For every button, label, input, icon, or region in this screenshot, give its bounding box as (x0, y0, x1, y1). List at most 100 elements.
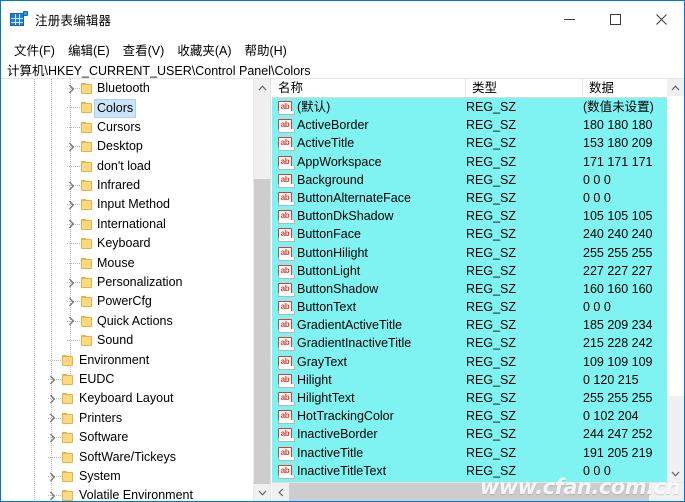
table-row[interactable]: ab ActiveBorder REG_SZ 180 180 180 (272, 116, 667, 135)
menu-item-3[interactable]: 查看(V) (117, 38, 172, 61)
tree-item-environment[interactable]: Environment (1, 351, 253, 370)
tree-item-infrared[interactable]: Infrared (1, 176, 253, 195)
tree-item-bluetooth[interactable]: Bluetooth (1, 79, 253, 98)
chevron-right-icon[interactable] (47, 413, 58, 424)
table-row[interactable]: ab GradientInactiveTitle REG_SZ 215 228 242 (272, 334, 667, 353)
chevron-right-icon[interactable] (66, 296, 77, 307)
table-row[interactable]: ab (默认) REG_SZ (数值未设置) (272, 98, 667, 117)
tree-item-personalization[interactable]: Personalization (1, 273, 253, 292)
table-row[interactable]: ab ButtonText REG_SZ 0 0 0 (272, 298, 667, 317)
tree-item-colors[interactable]: Colors (1, 98, 253, 118)
tree-item-system[interactable]: System (1, 467, 253, 486)
minimize-button[interactable] (546, 1, 592, 37)
table-row[interactable]: ab ActiveTitle REG_SZ 153 180 209 (272, 134, 667, 153)
tree-item-cursors[interactable]: Cursors (1, 118, 253, 137)
column-header-2[interactable]: 类型 (466, 79, 583, 97)
chevron-right-icon[interactable] (47, 490, 58, 501)
chevron-right-icon[interactable] (66, 277, 77, 288)
value-type: REG_SZ (466, 263, 517, 278)
value-data: 0 120 215 (583, 372, 639, 387)
table-row[interactable]: ab InactiveTitleText REG_SZ 0 0 0 (272, 461, 667, 480)
folder-icon (81, 238, 93, 250)
menu-bar: 文件(F) 编辑(E) 查看(V) 收藏夹(A) 帮助(H) (1, 38, 684, 60)
tree-scroll-up-button[interactable] (254, 79, 270, 96)
table-row[interactable]: ab ButtonLight REG_SZ 227 227 227 (272, 261, 667, 280)
list-hscrollbar-thumb[interactable] (289, 483, 649, 501)
tree-item-desktop[interactable]: Desktop (1, 137, 253, 156)
address-bar[interactable]: 计算机\HKEY_CURRENT_USER\Control Panel\Colo… (1, 60, 684, 79)
chevron-right-icon[interactable] (66, 141, 77, 152)
list-scrollbar-thumb[interactable] (667, 96, 684, 396)
tree-item-powercfg[interactable]: PowerCfg (1, 292, 253, 311)
chevron-right-icon[interactable] (66, 316, 77, 327)
list-vertical-scrollbar[interactable] (667, 79, 684, 482)
chevron-right-icon[interactable] (47, 374, 58, 385)
list-scroll-left-button[interactable] (272, 483, 289, 501)
table-row[interactable]: ab HilightText REG_SZ 255 255 255 (272, 389, 667, 408)
table-row[interactable]: ab GrayText REG_SZ 109 109 109 (272, 352, 667, 371)
table-row[interactable]: ab ButtonAlternateFace REG_SZ 0 0 0 (272, 188, 667, 208)
string-value-icon: ab (278, 319, 295, 334)
table-row[interactable]: ab Background REG_SZ 0 0 0 (272, 170, 667, 189)
tree-item-sound[interactable]: Sound (1, 331, 253, 350)
tree-item-label: Desktop (97, 139, 143, 154)
table-row[interactable]: ab InactiveBorder REG_SZ 244 247 252 (272, 425, 667, 444)
table-row[interactable]: ab HotTrackingColor REG_SZ 0 102 204 (272, 407, 667, 426)
chevron-right-icon[interactable] (66, 83, 77, 94)
tree-item-don-t-load[interactable]: don't load (1, 157, 253, 176)
value-type: REG_SZ (466, 336, 517, 351)
tree-vertical-scrollbar[interactable] (253, 79, 270, 501)
menu-item-4[interactable]: 收藏夹(A) (171, 38, 238, 61)
value-name: ButtonDkShadow (297, 209, 394, 224)
tree-item-printers[interactable]: Printers (1, 409, 253, 428)
value-type: REG_SZ (466, 227, 517, 242)
close-button[interactable] (638, 1, 684, 37)
value-name: ButtonAlternateFace (297, 190, 411, 205)
tree-item-mouse[interactable]: Mouse (1, 254, 253, 273)
chevron-right-icon[interactable] (47, 393, 58, 404)
tree-item-volatile-environment[interactable]: Volatile Environment (1, 486, 253, 501)
chevron-right-icon[interactable] (47, 471, 58, 482)
value-type: REG_SZ (466, 209, 517, 224)
column-header-1[interactable]: 名称 (272, 79, 466, 97)
value-type: REG_SZ (466, 409, 517, 424)
menu-item-1[interactable]: 文件(F) (8, 38, 62, 61)
value-type: REG_SZ (466, 281, 517, 296)
value-data: 227 227 227 (583, 263, 653, 278)
tree-item-input-method[interactable]: Input Method (1, 195, 253, 214)
table-row[interactable]: ab InactiveTitle REG_SZ 191 205 219 (272, 443, 667, 462)
list-scroll-down-button[interactable] (667, 465, 684, 482)
chevron-right-icon[interactable] (66, 180, 77, 191)
value-type: REG_SZ (466, 154, 517, 169)
tree-item-eudc[interactable]: EUDC (1, 370, 253, 389)
chevron-right-icon[interactable] (66, 199, 77, 210)
table-row[interactable]: ab ButtonHilight REG_SZ 255 255 255 (272, 243, 667, 262)
tree-item-software[interactable]: Software (1, 428, 253, 447)
table-row[interactable]: ab GradientActiveTitle REG_SZ 185 209 234 (272, 316, 667, 335)
menu-item-5[interactable]: 帮助(H) (238, 38, 293, 61)
tree-scrollbar-thumb[interactable] (254, 179, 270, 484)
folder-icon (81, 160, 93, 172)
value-name: GradientActiveTitle (297, 318, 403, 333)
tree-item-quick-actions[interactable]: Quick Actions (1, 312, 253, 331)
menu-item-2[interactable]: 编辑(E) (62, 38, 117, 61)
tree-scroll-down-button[interactable] (254, 484, 270, 501)
table-row[interactable]: ab ButtonFace REG_SZ 240 240 240 (272, 225, 667, 244)
tree-item-international[interactable]: International (1, 215, 253, 234)
table-row[interactable]: ab Hilight REG_SZ 0 120 215 (272, 370, 667, 389)
tree-item-software-tickeys[interactable]: SoftWare/Tickeys (1, 448, 253, 467)
table-row[interactable]: ab ButtonShadow REG_SZ 160 160 160 (272, 279, 667, 299)
value-data: 109 109 109 (583, 354, 653, 369)
folder-icon (81, 141, 93, 153)
folder-icon (81, 102, 93, 114)
table-row[interactable]: ab ButtonDkShadow REG_SZ 105 105 105 (272, 207, 667, 226)
chevron-right-icon[interactable] (66, 219, 77, 230)
string-value-icon: ab (278, 173, 295, 188)
table-row[interactable]: ab AppWorkspace REG_SZ 171 171 171 (272, 152, 667, 171)
list-horizontal-scrollbar[interactable] (272, 482, 684, 501)
tree-item-keyboard[interactable]: Keyboard (1, 234, 253, 253)
chevron-right-icon[interactable] (47, 432, 58, 443)
maximize-button[interactable] (592, 1, 638, 37)
tree-item-keyboard-layout[interactable]: Keyboard Layout (1, 389, 253, 408)
list-scroll-up-button[interactable] (667, 79, 684, 96)
